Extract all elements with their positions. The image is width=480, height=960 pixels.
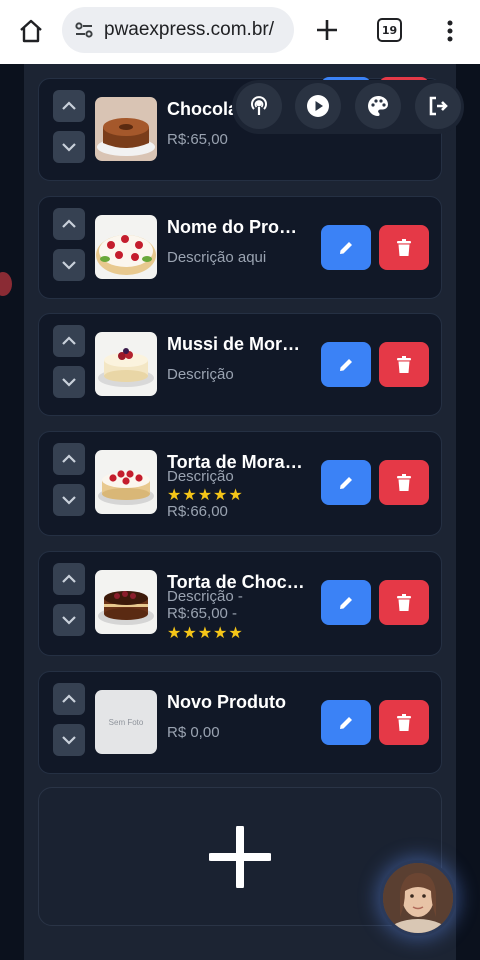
plus-icon (209, 825, 271, 888)
assistant-avatar[interactable] (380, 860, 456, 936)
product-price: R$:66,00 (167, 503, 228, 520)
podcast-icon[interactable] (236, 83, 282, 129)
rating-stars: ★★★★★ (167, 487, 244, 504)
address-bar[interactable]: pwaexpress.com.br/ (62, 7, 294, 53)
move-up-button[interactable] (53, 443, 85, 475)
delete-button[interactable] (379, 700, 429, 745)
product-card: Torta de Morango Descrição ★★★★★ R$:66,0… (38, 431, 442, 536)
product-image-placeholder: Sem Foto (95, 690, 157, 754)
product-price: R$ 0,00 (167, 724, 220, 741)
palette-icon[interactable] (355, 83, 401, 129)
tab-switcher-icon[interactable]: 19 (377, 18, 402, 42)
move-up-button[interactable] (53, 325, 85, 357)
home-icon[interactable] (14, 14, 48, 48)
edit-button[interactable] (321, 225, 371, 270)
move-up-button[interactable] (53, 683, 85, 715)
product-image (95, 332, 157, 396)
product-description: Descrição (167, 468, 234, 485)
product-description: Descrição aqui (167, 249, 267, 266)
move-up-button[interactable] (53, 563, 85, 595)
delete-button[interactable] (379, 460, 429, 505)
url-text[interactable]: pwaexpress.com.br/ (104, 19, 274, 41)
delete-button[interactable] (379, 225, 429, 270)
move-down-button[interactable] (53, 724, 85, 756)
edit-button[interactable] (321, 700, 371, 745)
product-image (95, 215, 157, 279)
edit-button[interactable] (321, 342, 371, 387)
new-tab-plus-icon[interactable] (310, 12, 344, 48)
product-description: Descrição - (167, 588, 243, 605)
kebab-icon[interactable] (436, 14, 464, 48)
product-card: Mussi de Morango Descrição (38, 313, 442, 416)
delete-button[interactable] (379, 342, 429, 387)
edit-button[interactable] (321, 460, 371, 505)
product-image (95, 450, 157, 514)
page-right-margin (456, 64, 480, 960)
product-name: Nome do Produto (167, 217, 307, 237)
tune-icon[interactable] (72, 18, 96, 42)
move-down-button[interactable] (53, 249, 85, 281)
product-card: Nome do Produto Descrição aqui (38, 196, 442, 299)
product-card: Torta de Chocolate Descrição - R$:65,00 … (38, 551, 442, 656)
product-price: R$:65,00 - (167, 605, 238, 622)
move-down-button[interactable] (53, 366, 85, 398)
move-down-button[interactable] (53, 484, 85, 516)
product-name: Novo Produto (167, 692, 286, 712)
product-description: Descrição (167, 366, 234, 383)
delete-button[interactable] (379, 580, 429, 625)
play-icon[interactable] (295, 83, 341, 129)
product-card: Sem Foto Novo Produto R$ 0,00 (38, 671, 442, 774)
move-up-button[interactable] (53, 90, 85, 122)
move-down-button[interactable] (53, 131, 85, 163)
product-price: R$:65,00 (167, 131, 228, 148)
edit-button[interactable] (321, 580, 371, 625)
move-down-button[interactable] (53, 604, 85, 636)
browser-toolbar: pwaexpress.com.br/ 19 (0, 0, 480, 64)
logout-icon[interactable] (415, 83, 461, 129)
product-name: Mussi de Morango (167, 334, 307, 354)
page-left-margin (0, 64, 24, 960)
rating-stars: ★★★★★ (167, 625, 244, 642)
move-up-button[interactable] (53, 208, 85, 240)
product-image (95, 97, 157, 161)
product-image (95, 570, 157, 634)
